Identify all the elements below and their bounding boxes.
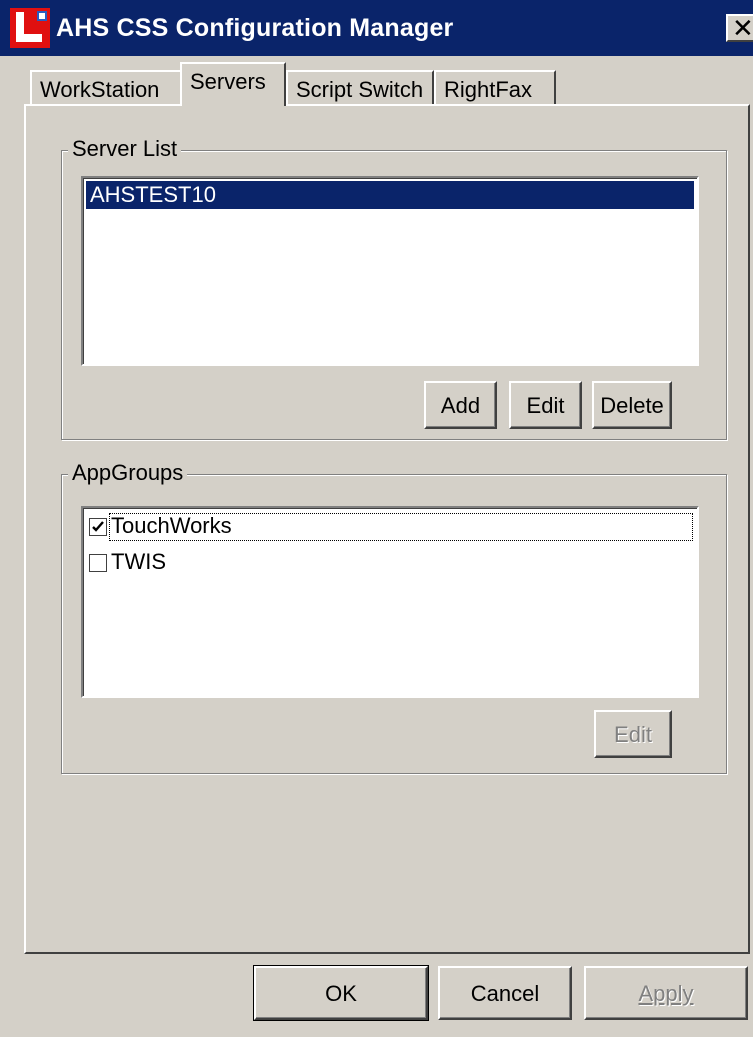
servers-tab-panel: Server List AHSTEST10 Add Edit Delete Ap… xyxy=(24,104,750,954)
tab-servers[interactable]: Servers xyxy=(180,62,286,106)
config-manager-window: AHS CSS Configuration Manager ✕ WorkStat… xyxy=(0,0,753,1037)
server-listbox[interactable]: AHSTEST10 xyxy=(81,176,699,366)
apply-button-label: Apply xyxy=(638,981,694,1006)
touchworks-checkbox[interactable] xyxy=(89,518,107,536)
cancel-button-label: Cancel xyxy=(470,981,540,1006)
list-item[interactable]: TWIS xyxy=(87,548,693,578)
add-server-button[interactable]: Add xyxy=(424,381,497,429)
edit-appgroup-label: Edit xyxy=(614,722,652,747)
window-title: AHS CSS Configuration Manager xyxy=(56,14,454,42)
delete-server-button[interactable]: Delete xyxy=(592,381,672,429)
apply-button[interactable]: Apply xyxy=(584,966,748,1020)
app-icon xyxy=(10,8,50,48)
cancel-button[interactable]: Cancel xyxy=(438,966,572,1020)
close-button[interactable]: ✕ xyxy=(726,13,753,43)
ok-button-label: OK xyxy=(325,981,357,1006)
title-bar[interactable]: AHS CSS Configuration Manager ✕ xyxy=(0,0,753,56)
tab-workstation[interactable]: WorkStation xyxy=(30,70,182,106)
tab-label: Servers xyxy=(190,69,266,94)
tab-label: RightFax xyxy=(444,77,533,102)
list-item[interactable]: AHSTEST10 xyxy=(86,181,694,209)
add-button-label: Add xyxy=(440,393,481,418)
edit-appgroup-button[interactable]: Edit xyxy=(594,710,672,758)
twis-label: TWIS xyxy=(111,549,166,574)
twis-checkbox[interactable] xyxy=(89,554,107,572)
server-name: AHSTEST10 xyxy=(90,182,216,207)
tab-script-switch[interactable]: Script Switch xyxy=(286,70,434,106)
close-icon: ✕ xyxy=(732,13,753,43)
server-list-group-label: Server List xyxy=(68,136,182,162)
ok-button[interactable]: OK xyxy=(253,965,429,1021)
tab-label: Script Switch xyxy=(296,77,424,102)
appgroups-group-label: AppGroups xyxy=(68,460,188,486)
tab-label: WorkStation xyxy=(40,77,160,102)
edit-button-label: Edit xyxy=(526,393,565,418)
checkmark-icon xyxy=(92,521,104,532)
list-item[interactable]: TouchWorks xyxy=(87,512,693,542)
edit-server-button[interactable]: Edit xyxy=(509,381,582,429)
touchworks-label: TouchWorks xyxy=(111,513,232,538)
appgroups-checklist[interactable]: TouchWorks TWIS xyxy=(81,506,699,698)
tab-rightfax[interactable]: RightFax xyxy=(434,70,556,106)
delete-button-label: Delete xyxy=(600,393,664,418)
